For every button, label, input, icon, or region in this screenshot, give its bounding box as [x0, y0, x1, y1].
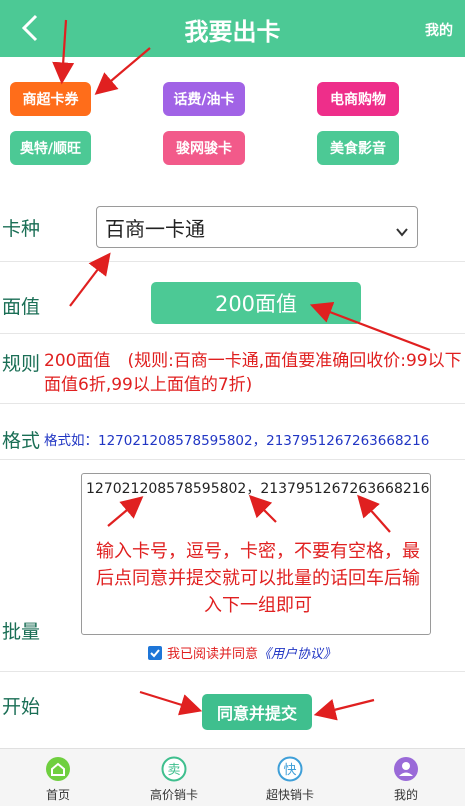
tab-my-label: 我的: [393, 788, 418, 802]
start-row: 开始 同意并提交: [0, 672, 465, 748]
tab-home-label: 首页: [45, 788, 70, 802]
home-icon: [45, 756, 71, 782]
card-type-selected: 百商一卡通: [105, 216, 205, 241]
card-type-row: 卡种 百商一卡通: [0, 190, 465, 262]
rule-label: 规则: [2, 353, 41, 375]
agree-checkbox[interactable]: [148, 645, 162, 660]
user-icon: [393, 756, 419, 782]
card-type-select[interactable]: 百商一卡通: [96, 206, 418, 248]
format-row: 格式 格式如：127021208578595802，21379512672636…: [0, 404, 465, 460]
agree-text: 我已阅读并同意: [167, 647, 259, 662]
format-example: 格式如：127021208578595802，21379512672636682…: [44, 433, 430, 449]
category-button-aote[interactable]: 奥特/顺旺: [10, 131, 91, 165]
svg-text:卖: 卖: [167, 763, 180, 778]
tab-sell[interactable]: 卖 高价销卡: [116, 749, 232, 806]
batch-textarea-value: 127021208578595802，2137951267263668216: [86, 481, 430, 497]
fast-icon: 快: [277, 756, 303, 782]
sell-icon: 卖: [161, 756, 187, 782]
face-value-button[interactable]: 200面值: [151, 282, 361, 324]
page-title: 我要出卡: [184, 18, 281, 46]
format-label: 格式: [2, 430, 41, 452]
start-label: 开始: [2, 696, 41, 718]
tab-my[interactable]: 我的: [348, 749, 464, 806]
tab-fast[interactable]: 快 超快销卡: [232, 749, 348, 806]
face-value-row: 面值 200面值: [0, 262, 465, 334]
category-button-shangchao[interactable]: 商超卡券: [10, 82, 91, 116]
bottom-tab-bar: 首页 卖 高价销卡 快 超快销卡 我的: [0, 748, 465, 806]
tab-home[interactable]: 首页: [0, 749, 116, 806]
batch-label: 批量: [2, 621, 41, 643]
rule-row: 规则 200面值 (规则:百商一卡通,面值要准确回收价:99以下面值6折,99以…: [0, 334, 465, 404]
tab-sell-label: 高价销卡: [149, 788, 198, 802]
batch-row: 批量 127021208578595802，213795126726366821…: [0, 460, 465, 672]
category-button-huafei[interactable]: 话费/油卡: [163, 82, 245, 116]
user-agreement-link[interactable]: 《用户协议》: [258, 643, 336, 662]
chevron-down-icon: [395, 220, 409, 237]
tab-fast-label: 超快销卡: [265, 788, 314, 802]
rule-text: 200面值 (规则:百商一卡通,面值要准确回收价:99以下面值6折,99以上面值…: [44, 351, 462, 395]
category-panel: 商超卡券 话费/油卡 电商购物 奥特/顺旺 骏网骏卡 美食影音: [0, 57, 465, 190]
header-my-link[interactable]: 我的: [425, 20, 453, 40]
agree-row: 我已阅读并同意 《用户协议》: [148, 643, 336, 662]
agree-submit-button[interactable]: 同意并提交: [202, 694, 312, 730]
card-type-label: 卡种: [2, 218, 41, 240]
batch-textarea[interactable]: 127021208578595802，2137951267263668216 输…: [81, 473, 431, 635]
svg-text:快: 快: [283, 763, 296, 778]
category-button-dianshang[interactable]: 电商购物: [317, 82, 399, 116]
batch-hint-annotation: 输入卡号，逗号，卡密，不要有空格，最后点同意并提交就可以批量的话回车后输入下一组…: [96, 541, 420, 616]
category-button-meishi[interactable]: 美食影音: [317, 131, 399, 165]
face-value-label: 面值: [2, 296, 41, 318]
category-button-junwang[interactable]: 骏网骏卡: [163, 131, 245, 165]
app-header: 我要出卡 我的: [0, 0, 465, 57]
